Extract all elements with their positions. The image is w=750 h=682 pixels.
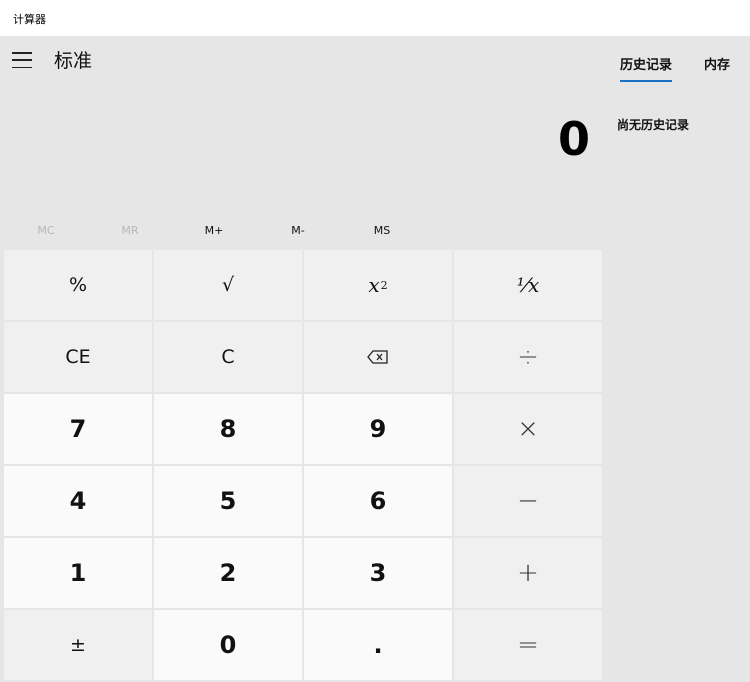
square-exponent: 2	[380, 278, 388, 292]
digit-5-button[interactable]: 5	[154, 466, 302, 536]
title-bar: 计算器	[0, 0, 750, 36]
hamburger-menu-icon[interactable]	[12, 52, 32, 68]
memory-subtract-button[interactable]: M-	[256, 219, 340, 243]
digit-1-button[interactable]: 1	[4, 538, 152, 608]
clear-button[interactable]: C	[154, 322, 302, 392]
backspace-icon	[367, 350, 388, 364]
digit-9-button[interactable]: 9	[304, 394, 452, 464]
equals-button[interactable]: =	[454, 610, 602, 680]
divide-button[interactable]: ÷	[454, 322, 602, 392]
digit-7-button[interactable]: 7	[4, 394, 152, 464]
negate-button[interactable]: ±	[4, 610, 152, 680]
digit-8-button[interactable]: 8	[154, 394, 302, 464]
percent-button[interactable]: %	[4, 250, 152, 320]
tab-history[interactable]: 历史记录	[620, 54, 673, 82]
reciprocal-button[interactable]: ⅟x	[454, 250, 602, 320]
mode-title: 标准	[54, 50, 93, 72]
decimal-button[interactable]: .	[304, 610, 452, 680]
digit-2-button[interactable]: 2	[154, 538, 302, 608]
history-empty-message: 尚无历史记录	[617, 118, 690, 132]
memory-clear-button[interactable]: MC	[4, 219, 88, 243]
digit-6-button[interactable]: 6	[304, 466, 452, 536]
result-display: 0	[557, 112, 590, 166]
side-panel-tabs: 历史记录 内存	[620, 54, 730, 82]
square-label: x	[368, 273, 380, 297]
digit-4-button[interactable]: 4	[4, 466, 152, 536]
clear-entry-button[interactable]: CE	[4, 322, 152, 392]
multiply-button[interactable]: ×	[454, 394, 602, 464]
digit-3-button[interactable]: 3	[304, 538, 452, 608]
memory-recall-button[interactable]: MR	[88, 219, 172, 243]
square-button[interactable]: x2	[304, 250, 452, 320]
keypad: % √ x2 ⅟x CE C ÷ 7 8 9 × 4 5 6 − 1 2 3 +…	[4, 250, 602, 680]
add-button[interactable]: +	[454, 538, 602, 608]
subtract-button[interactable]: −	[454, 466, 602, 536]
tab-memory[interactable]: 内存	[704, 54, 730, 73]
memory-store-button[interactable]: MS	[340, 219, 424, 243]
backspace-button[interactable]	[304, 322, 452, 392]
square-root-button[interactable]: √	[154, 250, 302, 320]
digit-0-button[interactable]: 0	[154, 610, 302, 680]
memory-row: MC MR M+ M- MS	[4, 219, 600, 243]
app-title: 计算器	[13, 13, 46, 26]
memory-add-button[interactable]: M+	[172, 219, 256, 243]
